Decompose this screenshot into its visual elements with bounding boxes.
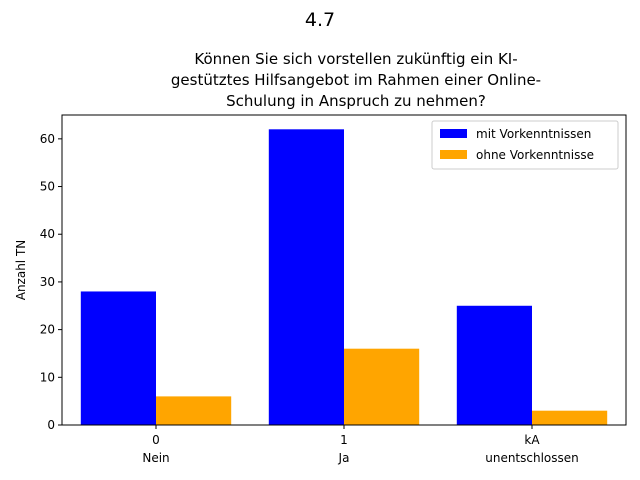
- bar-1-1: [268, 129, 344, 426]
- legend-swatch-2: [440, 150, 467, 159]
- legend-label-1: mit Vorkenntnissen: [476, 127, 591, 141]
- y-axis-label: Anzahl TN: [14, 240, 28, 301]
- y-tick-label: 10: [40, 370, 55, 384]
- legend: mit Vorkenntnissen ohne Vorkenntnisse: [431, 120, 619, 170]
- bar-2-0: [156, 396, 232, 425]
- bar-2-1: [344, 348, 420, 425]
- chart-title-line-3: Schulung in Anspruch zu nehmen?: [226, 92, 486, 110]
- y-tick-label: 40: [40, 227, 55, 241]
- legend-swatch-1: [440, 129, 467, 138]
- x-tick-label-name: Nein: [142, 451, 169, 465]
- y-tick-label: 50: [40, 180, 55, 194]
- bar-chart: 4.7 Können Sie sich vorstellen zukünftig…: [14, 9, 627, 465]
- bar-1-kA: [456, 305, 532, 425]
- bar-2-kA: [532, 410, 608, 425]
- x-tick-label-code: 0: [152, 433, 160, 447]
- chart-title-line-1: Können Sie sich vorstellen zukünftig ein…: [194, 50, 517, 68]
- legend-label-2: ohne Vorkenntnisse: [476, 148, 594, 162]
- y-tick-label: 60: [40, 132, 55, 146]
- x-tick-label-code: kA: [524, 433, 540, 447]
- x-tick-label-name: unentschlossen: [485, 451, 579, 465]
- x-tick-label-code: 1: [340, 433, 348, 447]
- x-tick-label-name: Ja: [338, 451, 350, 465]
- chart-title-line-2: gestütztes Hilfsangebot im Rahmen einer …: [171, 71, 541, 89]
- y-tick-label: 0: [47, 418, 55, 432]
- bar-1-0: [80, 291, 156, 425]
- y-tick-label: 30: [40, 275, 55, 289]
- y-tick-label: 20: [40, 323, 55, 337]
- figure-suptitle: 4.7: [305, 9, 335, 31]
